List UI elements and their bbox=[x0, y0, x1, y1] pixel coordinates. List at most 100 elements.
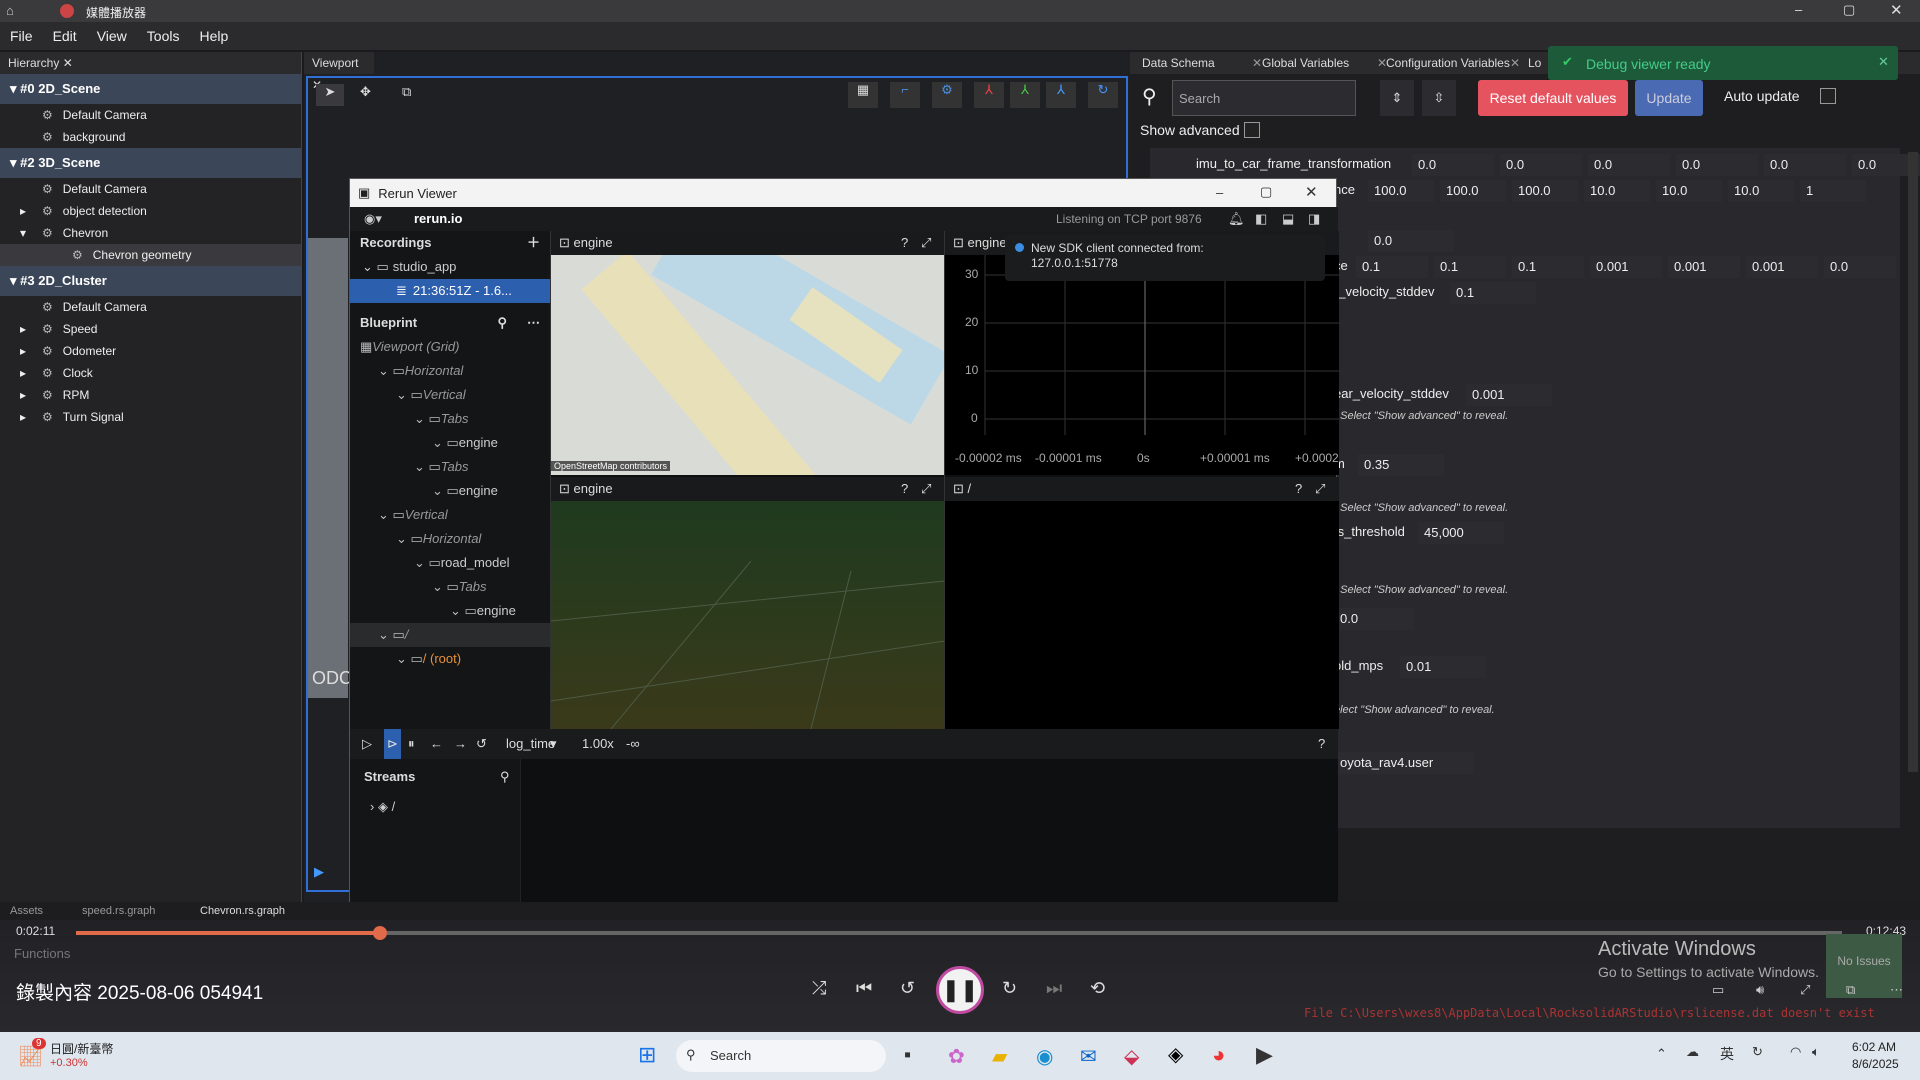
config-value[interactable]: 0.01 bbox=[1400, 656, 1486, 678]
hierarchy-item[interactable]: ▸ ⚙ object detection bbox=[0, 200, 301, 222]
close-button[interactable]: ✕ bbox=[1305, 183, 1318, 201]
config-value[interactable]: 0.0 bbox=[1500, 154, 1582, 176]
config-value[interactable]: 10.0 bbox=[1584, 180, 1650, 202]
config-value[interactable]: 0.1 bbox=[1434, 256, 1506, 278]
help-icon[interactable]: ? bbox=[901, 231, 908, 255]
hierarchy-item[interactable]: ▸ ⚙ Turn Signal bbox=[0, 406, 301, 428]
config-value[interactable]: 0.0 bbox=[1588, 154, 1670, 176]
right-panel-toggle-icon[interactable]: ◨ bbox=[1308, 207, 1320, 231]
copilot-icon[interactable]: ✿ bbox=[948, 1044, 965, 1069]
expand-arrow-icon[interactable]: ▾ bbox=[20, 222, 42, 244]
snap-icon[interactable]: ⌐ bbox=[890, 82, 920, 108]
help-icon[interactable]: ? bbox=[1295, 477, 1302, 501]
select-tool-icon[interactable]: ➤ bbox=[316, 84, 344, 106]
toast-close-icon[interactable]: ✕ bbox=[1878, 54, 1889, 70]
more-icon[interactable]: ⋯ bbox=[1890, 982, 1903, 998]
shuffle-icon[interactable]: ⤮ bbox=[812, 978, 826, 999]
hierarchy-item[interactable]: ⚙ Default Camera bbox=[0, 178, 301, 200]
blueprint-item[interactable]: ⌄ ▭ Tabs bbox=[350, 455, 550, 479]
recording-row[interactable]: ≣ 21:36:51Z - 1.6... bbox=[350, 279, 550, 303]
tab-global-variables[interactable]: Global Variables bbox=[1262, 52, 1349, 74]
tab-data-schema[interactable]: Data Schema bbox=[1142, 52, 1215, 74]
maximize-icon[interactable]: ⤢ bbox=[1315, 477, 1325, 501]
stream-root-row[interactable]: › ◈ / bbox=[370, 799, 395, 815]
root-view[interactable] bbox=[945, 501, 1339, 729]
reset-default-values-button[interactable]: Reset default values bbox=[1478, 80, 1628, 116]
maximize-icon[interactable]: ⤢ bbox=[921, 231, 931, 255]
expand-arrow-icon[interactable]: ▸ bbox=[20, 362, 42, 384]
blueprint-item[interactable]: ⌄ ▭ engine bbox=[350, 599, 550, 623]
media-player-taskbar-icon[interactable]: ▶ bbox=[1256, 1042, 1273, 1068]
show-advanced-checkbox[interactable] bbox=[1244, 122, 1260, 138]
scrollbar[interactable] bbox=[1908, 152, 1918, 772]
axis-x-icon[interactable]: ⅄ bbox=[974, 82, 1004, 108]
config-value[interactable]: 0.001 bbox=[1746, 256, 1818, 278]
move-tool-icon[interactable]: ✥ bbox=[360, 84, 371, 100]
chrome-icon[interactable]: ◕ bbox=[1212, 1042, 1225, 1068]
timeline-select[interactable]: log_time bbox=[506, 729, 555, 759]
speaker-icon[interactable]: 🔈︎ bbox=[1812, 1044, 1820, 1060]
onedrive-icon[interactable]: ☁ bbox=[1686, 1044, 1699, 1060]
loop-button[interactable]: ↺ bbox=[476, 729, 487, 759]
config-value[interactable]: 0.0 bbox=[1334, 608, 1414, 630]
menu-tools[interactable]: Tools bbox=[147, 28, 180, 44]
seek-thumb[interactable] bbox=[372, 926, 387, 940]
config-value[interactable]: 0.1 bbox=[1356, 256, 1428, 278]
search-input[interactable]: Search bbox=[1172, 80, 1356, 116]
config-value[interactable]: 0.35 bbox=[1358, 454, 1444, 476]
app-row[interactable]: ⌄ ▭ studio_app bbox=[350, 255, 550, 279]
blueprint-item[interactable]: ⌄ ▭ Tabs bbox=[350, 575, 550, 599]
map-view[interactable]: OpenStreetMap contributors bbox=[551, 255, 945, 475]
search-icon[interactable]: ⚲ bbox=[500, 769, 510, 785]
blueprint-item[interactable]: ⌄ ▭ Vertical bbox=[350, 383, 550, 407]
input-language[interactable]: 英 bbox=[1720, 1044, 1734, 1064]
tab-configuration-variables[interactable]: Configuration Variables bbox=[1386, 52, 1510, 74]
blueprint-item[interactable]: ⌄ ▭ Horizontal bbox=[350, 527, 550, 551]
config-value[interactable]: 100.0 bbox=[1512, 180, 1578, 202]
pause-button[interactable]: ❚❚ bbox=[936, 966, 984, 1014]
tab-viewport[interactable]: Viewport ✕ bbox=[304, 52, 374, 92]
tab-log[interactable]: Lo bbox=[1528, 52, 1541, 74]
config-value[interactable]: 0.001 bbox=[1668, 256, 1740, 278]
tab-chevron-graph[interactable]: Chevron.rs.graph bbox=[200, 905, 285, 917]
hierarchy-item[interactable]: ⚙ background bbox=[0, 126, 301, 148]
hierarchy-item[interactable]: ⚙ Chevron geometry bbox=[0, 244, 301, 266]
taskbar-search[interactable]: ⚲ Search bbox=[676, 1040, 886, 1072]
config-value[interactable]: 100.0 bbox=[1440, 180, 1506, 202]
repeat-icon[interactable]: ⟲ bbox=[1090, 978, 1105, 999]
settings-icon[interactable]: ⚙ bbox=[932, 82, 962, 108]
expand-arrow-icon[interactable]: ▸ bbox=[20, 340, 42, 362]
subtitles-icon[interactable]: ▭ bbox=[1712, 982, 1724, 998]
config-value[interactable]: 45,000 bbox=[1418, 522, 1504, 544]
menu-help[interactable]: Help bbox=[199, 28, 228, 44]
help-icon[interactable]: ? bbox=[1318, 729, 1325, 759]
tab-speed-graph[interactable]: speed.rs.graph bbox=[82, 905, 155, 917]
hierarchy-item[interactable]: ▸ ⚙ Odometer bbox=[0, 340, 301, 362]
step-forward-button[interactable]: → bbox=[454, 729, 467, 759]
config-value[interactable]: 0.0 bbox=[1676, 154, 1758, 176]
search-icon[interactable]: ⚲ bbox=[497, 311, 507, 335]
play-icon[interactable]: ▶ bbox=[314, 864, 324, 880]
hierarchy-group[interactable]: ▾ #3 2D_Cluster bbox=[0, 266, 301, 296]
more-icon[interactable]: ⋯ bbox=[527, 311, 540, 335]
expand-arrow-icon[interactable]: ▸ bbox=[20, 406, 42, 428]
expand-arrow-icon[interactable]: ▸ bbox=[20, 384, 42, 406]
axis-z-icon[interactable]: ⅄ bbox=[1046, 82, 1076, 108]
playback-speed[interactable]: 1.00x bbox=[582, 729, 614, 759]
config-value[interactable]: 10.0 bbox=[1728, 180, 1794, 202]
play-button[interactable]: ▷ bbox=[362, 729, 372, 759]
outlook-icon[interactable]: ✉ bbox=[1080, 1044, 1097, 1069]
config-value[interactable]: oyota_rav4.user bbox=[1334, 752, 1474, 774]
hierarchy-item[interactable]: ▸ ⚙ Clock bbox=[0, 362, 301, 384]
hierarchy-item[interactable]: ▾ ⚙ Chevron bbox=[0, 222, 301, 244]
hierarchy-item[interactable]: ▸ ⚙ Speed bbox=[0, 318, 301, 340]
refresh-icon[interactable]: ↻ bbox=[1088, 82, 1118, 108]
config-value[interactable]: 0.0 bbox=[1824, 256, 1896, 278]
fullscreen-icon[interactable]: ⤢ bbox=[1800, 982, 1810, 998]
follow-button[interactable]: ⊳ bbox=[384, 729, 401, 759]
bottom-panel-toggle-icon[interactable]: ⬓ bbox=[1282, 207, 1294, 231]
config-value[interactable]: 0.1 bbox=[1450, 282, 1536, 304]
config-value[interactable]: 10.0 bbox=[1656, 180, 1722, 202]
rerun-menu-icon[interactable]: ◉▾ bbox=[364, 207, 382, 231]
config-value[interactable]: 0.0 bbox=[1368, 230, 1454, 252]
